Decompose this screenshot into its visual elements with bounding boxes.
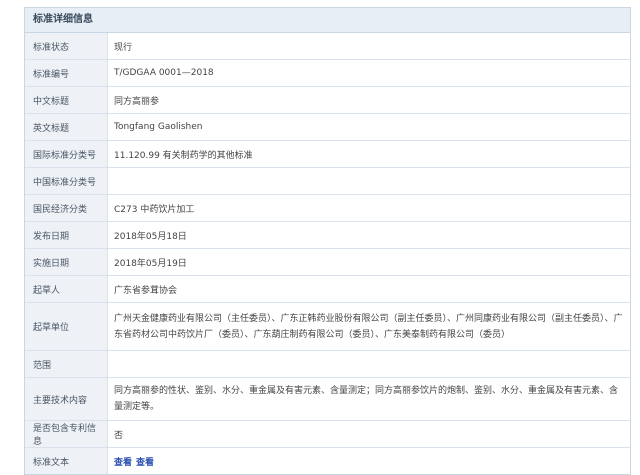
table-row: 是否包含专利信息 否 bbox=[25, 420, 630, 448]
row-value: 2018年05月19日 bbox=[107, 248, 630, 276]
row-label: 英文标题 bbox=[25, 113, 108, 141]
row-value: 2018年05月18日 bbox=[107, 221, 630, 249]
table-row: 实施日期 2018年05月19日 bbox=[25, 248, 630, 276]
table-row: 中国标准分类号 bbox=[25, 167, 630, 195]
row-label: 是否包含专利信息 bbox=[25, 420, 108, 448]
row-value bbox=[107, 350, 630, 378]
row-value-text: 同方高丽参的性状、鉴别、水分、重金属及有害元素、含量测定；同方高丽参饮片的炮制、… bbox=[114, 386, 619, 412]
row-value-text: 广州天金健康药业有限公司（主任委员）、广东正韩药业股份有限公司（副主任委员）、广… bbox=[114, 313, 623, 340]
row-label: 实施日期 bbox=[25, 248, 108, 276]
row-label: 国际标准分类号 bbox=[25, 140, 108, 168]
row-label: 中文标题 bbox=[25, 86, 108, 114]
row-value: 否 bbox=[107, 420, 630, 448]
table-row: 起草人 广东省参茸协会 bbox=[25, 275, 630, 303]
table-row: 起草单位 广州天金健康药业有限公司（主任委员）、广东正韩药业股份有限公司（副主任… bbox=[25, 302, 630, 351]
view-link[interactable]: 查看 bbox=[136, 458, 154, 468]
standard-detail-panel: 标准详细信息 标准状态 现行 标准编号 T/GDGAA 0001—2018 中文… bbox=[24, 7, 631, 475]
row-value: 查看 查看 bbox=[107, 447, 630, 474]
row-label: 标准编号 bbox=[25, 59, 108, 87]
row-label: 起草单位 bbox=[25, 302, 108, 351]
row-value: 现行 bbox=[107, 33, 630, 60]
row-value: C273 中药饮片加工 bbox=[107, 194, 630, 222]
row-value: T/GDGAA 0001—2018 bbox=[107, 59, 630, 87]
row-value: 广州天金健康药业有限公司（主任委员）、广东正韩药业股份有限公司（副主任委员）、广… bbox=[107, 302, 630, 351]
row-value bbox=[107, 167, 630, 195]
row-label: 发布日期 bbox=[25, 221, 108, 249]
row-label: 标准文本 bbox=[25, 447, 108, 474]
table-row: 标准状态 现行 bbox=[25, 33, 630, 60]
row-value: 同方高丽参 bbox=[107, 86, 630, 114]
row-label: 中国标准分类号 bbox=[25, 167, 108, 195]
row-label: 国民经济分类 bbox=[25, 194, 108, 222]
table-row: 标准编号 T/GDGAA 0001—2018 bbox=[25, 59, 630, 87]
table-row: 发布日期 2018年05月18日 bbox=[25, 221, 630, 249]
panel-title: 标准详细信息 bbox=[25, 8, 630, 33]
row-value: Tongfang Gaolishen bbox=[107, 113, 630, 141]
table-row: 英文标题 Tongfang Gaolishen bbox=[25, 113, 630, 141]
row-label: 标准状态 bbox=[25, 33, 108, 60]
row-label: 起草人 bbox=[25, 275, 108, 303]
detail-table: 标准状态 现行 标准编号 T/GDGAA 0001—2018 中文标题 同方高丽… bbox=[25, 33, 630, 474]
row-value: 广东省参茸协会 bbox=[107, 275, 630, 303]
table-row: 主要技术内容 同方高丽参的性状、鉴别、水分、重金属及有害元素、含量测定；同方高丽… bbox=[25, 377, 630, 421]
row-value: 11.120.99 有关制药学的其他标准 bbox=[107, 140, 630, 168]
row-value: 同方高丽参的性状、鉴别、水分、重金属及有害元素、含量测定；同方高丽参饮片的炮制、… bbox=[107, 377, 630, 421]
row-label: 范围 bbox=[25, 350, 108, 378]
view-link[interactable]: 查看 bbox=[114, 458, 132, 468]
table-row: 范围 bbox=[25, 350, 630, 378]
table-row: 国民经济分类 C273 中药饮片加工 bbox=[25, 194, 630, 222]
table-row: 标准文本 查看 查看 bbox=[25, 447, 630, 474]
row-label: 主要技术内容 bbox=[25, 377, 108, 421]
table-row: 国际标准分类号 11.120.99 有关制药学的其他标准 bbox=[25, 140, 630, 168]
table-row: 中文标题 同方高丽参 bbox=[25, 86, 630, 114]
